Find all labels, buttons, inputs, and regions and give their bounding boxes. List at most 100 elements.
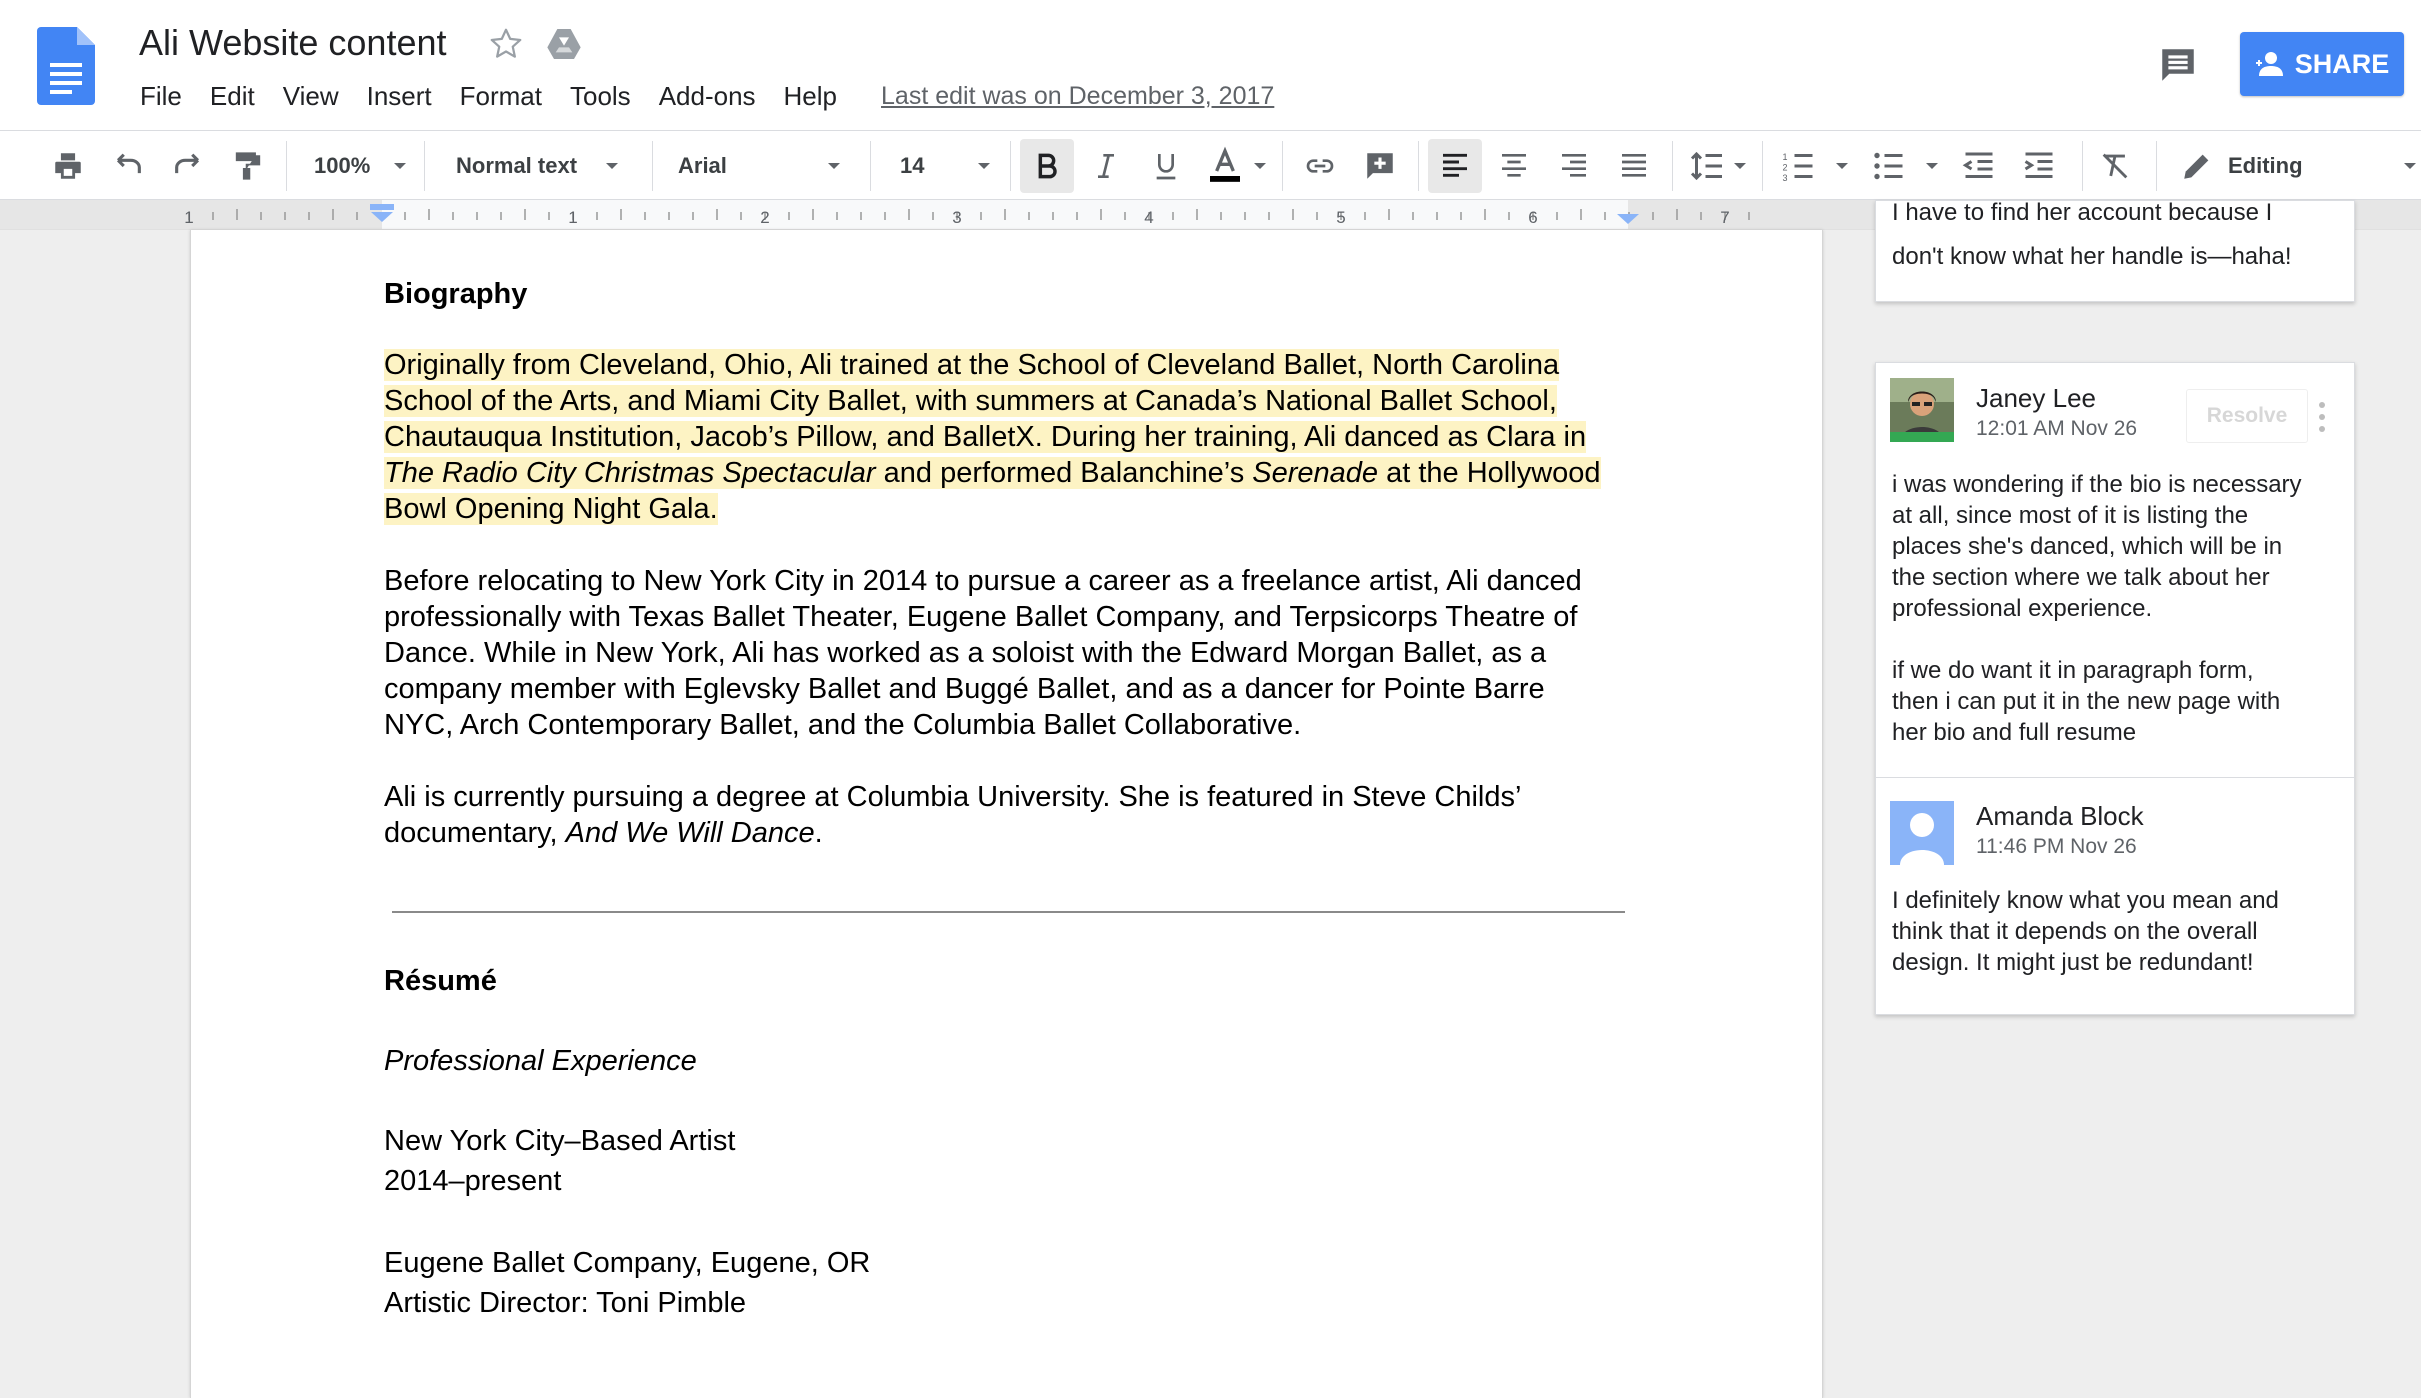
menu-file[interactable]: File <box>126 81 196 112</box>
menu-help[interactable]: Help <box>770 81 851 112</box>
italic-icon <box>1098 154 1114 178</box>
share-button[interactable]: SHARE <box>2240 32 2404 96</box>
ruler-label: 5 <box>1336 208 1345 227</box>
style-select[interactable]: Normal text <box>434 131 634 201</box>
text-color-caret <box>1254 163 1266 169</box>
comment-timestamp: 12:01 AM Nov 26 <box>1976 417 2138 440</box>
line-spacing-icon <box>1690 151 1722 181</box>
style-caret <box>606 163 618 169</box>
clear-formatting-icon <box>2102 153 2128 179</box>
paragraph-line: Bowl Opening Night Gala. <box>384 491 718 527</box>
menu-view[interactable]: View <box>269 81 353 112</box>
add-comment-button[interactable] <box>1356 131 1404 201</box>
increase-indent-button[interactable] <box>2014 131 2064 201</box>
comment-text: places she's danced, which will be in <box>1892 533 2283 560</box>
svg-text:3: 3 <box>1783 173 1788 183</box>
bold-icon <box>1038 153 1057 179</box>
comment-timestamp: 11:46 PM Nov 26 <box>1976 835 2137 858</box>
align-right-button[interactable] <box>1550 131 1598 201</box>
link-button[interactable] <box>1294 131 1346 201</box>
star-icon[interactable] <box>488 26 524 62</box>
comments-icon[interactable] <box>2156 44 2200 86</box>
style-value: Normal text <box>456 153 578 178</box>
highlighted-text: Chautauqua Institution, Jacob’s Pillow, … <box>384 421 1587 453</box>
document-title[interactable]: Ali Website content <box>139 22 447 64</box>
comment-text: don't know what her handle is—haha! <box>1892 243 2292 270</box>
entry-line: Artistic Director: Toni Pimble <box>384 1287 747 1319</box>
print-icon <box>55 153 81 179</box>
clear-formatting-button[interactable] <box>2090 131 2140 201</box>
highlighted-text: at the Hollywood <box>1378 457 1601 489</box>
paragraph-line: company member with Eglevsky Ballet and … <box>384 673 1545 705</box>
numbered-list-caret <box>1836 163 1848 169</box>
align-left-button[interactable] <box>1428 139 1482 193</box>
bold-button[interactable] <box>1020 139 1074 193</box>
editing-mode-select[interactable]: Editing <box>2180 131 2380 201</box>
menu-insert[interactable]: Insert <box>353 81 446 112</box>
ruler-label: 6 <box>1528 208 1537 227</box>
menu-edit[interactable]: Edit <box>196 81 269 112</box>
redo-button[interactable] <box>166 131 210 201</box>
paragraph-line: School of the Arts, and Miami City Balle… <box>384 383 1557 419</box>
paragraph-line: NYC, Arch Contemporary Ballet, and the C… <box>384 709 1302 741</box>
align-center-button[interactable] <box>1490 131 1538 201</box>
svg-text:2: 2 <box>1783 163 1788 173</box>
menu-bar: File Edit View Insert Format Tools Add-o… <box>126 76 1274 116</box>
editing-mode-caret <box>2404 163 2416 169</box>
line-spacing-button[interactable] <box>1682 131 1732 201</box>
menu-format[interactable]: Format <box>446 81 556 112</box>
underline-button[interactable] <box>1142 131 1190 201</box>
undo-button[interactable] <box>106 131 150 201</box>
comment-text: design. It might just be redundant! <box>1892 949 2254 976</box>
comment-card-previous[interactable]: I have to find her account because I don… <box>1875 200 2355 302</box>
paragraph-line: Originally from Cleveland, Ohio, Ali tra… <box>384 347 1560 383</box>
font-value: Arial <box>678 153 727 178</box>
bulleted-list-caret <box>1926 163 1938 169</box>
comment-text: at all, since most of it is listing the <box>1892 502 2249 529</box>
paint-format-icon <box>235 152 261 180</box>
italic-button[interactable] <box>1082 131 1130 201</box>
text-color-button[interactable] <box>1200 131 1250 201</box>
justify-button[interactable] <box>1610 131 1658 201</box>
more-vert-icon[interactable] <box>2316 399 2328 435</box>
subheading-professional-experience: Professional Experience <box>384 1045 697 1077</box>
resolve-button[interactable]: Resolve <box>2186 389 2308 443</box>
menu-addons[interactable]: Add-ons <box>645 81 770 112</box>
numbered-list-button[interactable]: 123 <box>1774 131 1824 201</box>
text-color-icon <box>1210 146 1240 182</box>
pencil-icon <box>2184 154 2209 179</box>
drive-icon[interactable] <box>544 24 584 64</box>
ruler-label: 1 <box>184 208 193 227</box>
editing-mode-label: Editing <box>2228 153 2303 178</box>
align-center-icon <box>1502 154 1526 177</box>
avatar-placeholder <box>1890 801 1954 865</box>
text-span: . <box>814 817 823 849</box>
highlighted-text: School of the Arts, and Miami City Balle… <box>384 385 1557 417</box>
comment-text: her bio and full resume <box>1892 719 2137 746</box>
highlighted-text: Bowl Opening Night Gala. <box>384 493 718 525</box>
document-page[interactable]: Biography Originally from Cleveland, Ohi… <box>190 230 1823 1398</box>
svg-text:1: 1 <box>1783 152 1788 162</box>
entry-line: 2014–present <box>384 1165 562 1197</box>
menu-tools[interactable]: Tools <box>556 81 645 112</box>
undo-icon <box>116 153 141 174</box>
highlighted-text: and performed Balanchine’s <box>875 457 1253 489</box>
add-comment-icon <box>1367 153 1393 179</box>
comment-thread[interactable]: Janey Lee 12:01 AM Nov 26 Resolve i was … <box>1875 362 2355 1015</box>
comment-text: professional experience. <box>1892 595 2153 622</box>
comment-text: i was wondering if the bio is necessary <box>1892 471 2302 498</box>
align-left-icon <box>1443 153 1467 177</box>
person-icon <box>2255 52 2283 76</box>
comment-text: then i can put it in the new page with <box>1892 688 2281 715</box>
bulleted-list-button[interactable] <box>1864 131 1914 201</box>
decrease-indent-button[interactable] <box>1954 131 2004 201</box>
last-edit-link[interactable]: Last edit was on December 3, 2017 <box>851 82 1274 111</box>
align-right-icon <box>1562 154 1586 177</box>
docs-logo-icon[interactable] <box>37 27 95 105</box>
paint-format-button[interactable] <box>226 131 270 201</box>
font-size-caret <box>978 163 990 169</box>
zoom-select[interactable]: 100% <box>298 131 408 201</box>
print-button[interactable] <box>46 131 90 201</box>
link-icon <box>1306 159 1334 173</box>
reply-divider <box>1876 777 2354 778</box>
